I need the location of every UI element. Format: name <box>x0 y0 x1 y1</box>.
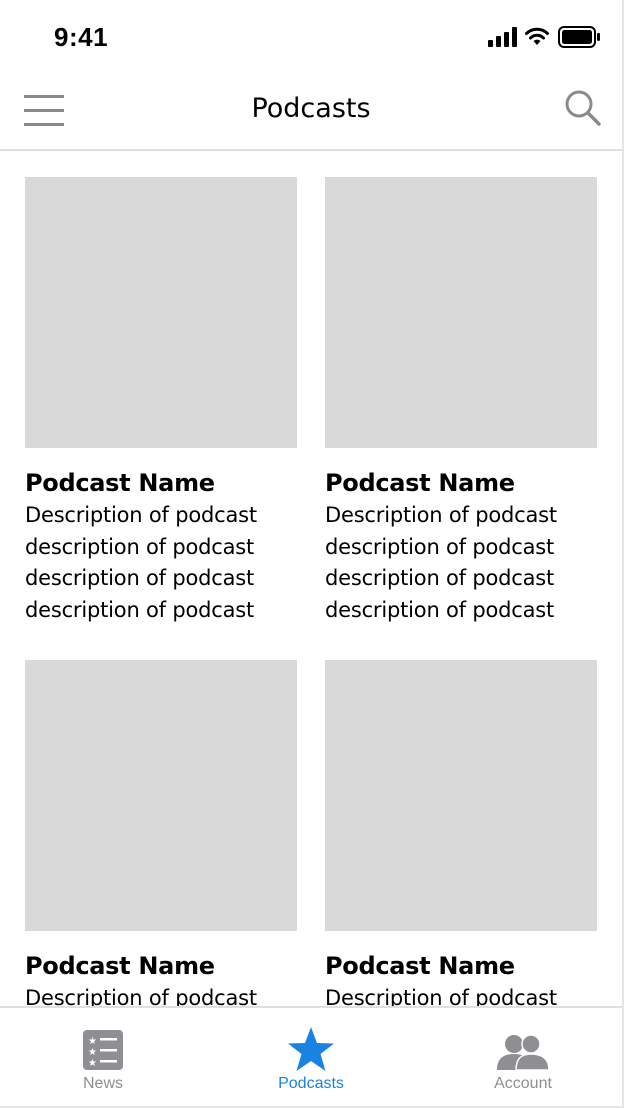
tab-news-label: News <box>82 1075 123 1092</box>
podcast-description: Description of podcast <box>325 983 597 1006</box>
star-icon <box>288 1027 334 1071</box>
status-bar: 9:41 <box>0 0 622 76</box>
podcast-name: Podcast Name <box>325 952 515 980</box>
description-line: description of podcast <box>25 534 255 559</box>
tab-news[interactable]: ★ ★ ★ News <box>43 1008 163 1106</box>
description-line: Description of podcast <box>325 503 557 527</box>
podcast-name: Podcast Name <box>325 469 515 497</box>
description-line: description of podcast <box>25 566 255 590</box>
podcast-artwork <box>325 177 597 448</box>
podcast-name: Podcast Name <box>25 469 215 497</box>
svg-text:★: ★ <box>88 1047 97 1058</box>
podcast-description: Description of podcast description of po… <box>325 500 597 626</box>
tab-account[interactable]: Account <box>463 1008 583 1106</box>
description-line: Description of podcast <box>25 986 257 1006</box>
people-icon <box>497 1034 550 1071</box>
navigation-bar: Podcasts <box>0 76 622 151</box>
podcast-grid: Podcast Name Description of podcast desc… <box>0 153 622 1006</box>
description-line: Description of podcast <box>25 503 257 527</box>
app-screen: 9:41 Podcasts Podcast Name Description o… <box>0 0 624 1108</box>
svg-text:★: ★ <box>88 1036 97 1047</box>
battery-icon <box>558 26 600 48</box>
tab-podcasts-label: Podcasts <box>278 1075 344 1092</box>
description-line: description of podcast <box>325 597 555 622</box>
cellular-signal-icon <box>488 27 517 47</box>
podcast-name: Podcast Name <box>25 952 215 980</box>
tab-account-label: Account <box>494 1075 552 1092</box>
podcast-description: Description of podcast <box>25 983 297 1006</box>
description-line: Description of podcast <box>325 986 557 1006</box>
wifi-icon <box>525 27 549 45</box>
news-list-icon: ★ ★ ★ <box>83 1030 123 1070</box>
podcast-artwork <box>325 660 597 931</box>
description-line: description of podcast <box>325 534 555 559</box>
description-line: description of podcast <box>25 597 255 622</box>
podcast-card[interactable]: Podcast Name Description of podcast <box>25 660 297 1006</box>
podcast-card[interactable]: Podcast Name Description of podcast <box>325 660 597 1006</box>
podcast-artwork <box>25 660 297 931</box>
svg-text:★: ★ <box>88 1058 97 1069</box>
tab-bar: ★ ★ ★ News Podcasts Account <box>0 1006 622 1106</box>
podcast-card[interactable]: Podcast Name Description of podcast desc… <box>325 177 597 626</box>
podcast-card[interactable]: Podcast Name Description of podcast desc… <box>25 177 297 626</box>
search-icon[interactable] <box>564 89 602 127</box>
description-line: description of podcast <box>325 566 555 590</box>
page-title: Podcasts <box>251 93 371 124</box>
tab-podcasts[interactable]: Podcasts <box>251 1008 371 1106</box>
podcast-artwork <box>25 177 297 448</box>
podcast-description: Description of podcast description of po… <box>25 500 297 626</box>
status-time: 9:41 <box>54 22 109 52</box>
